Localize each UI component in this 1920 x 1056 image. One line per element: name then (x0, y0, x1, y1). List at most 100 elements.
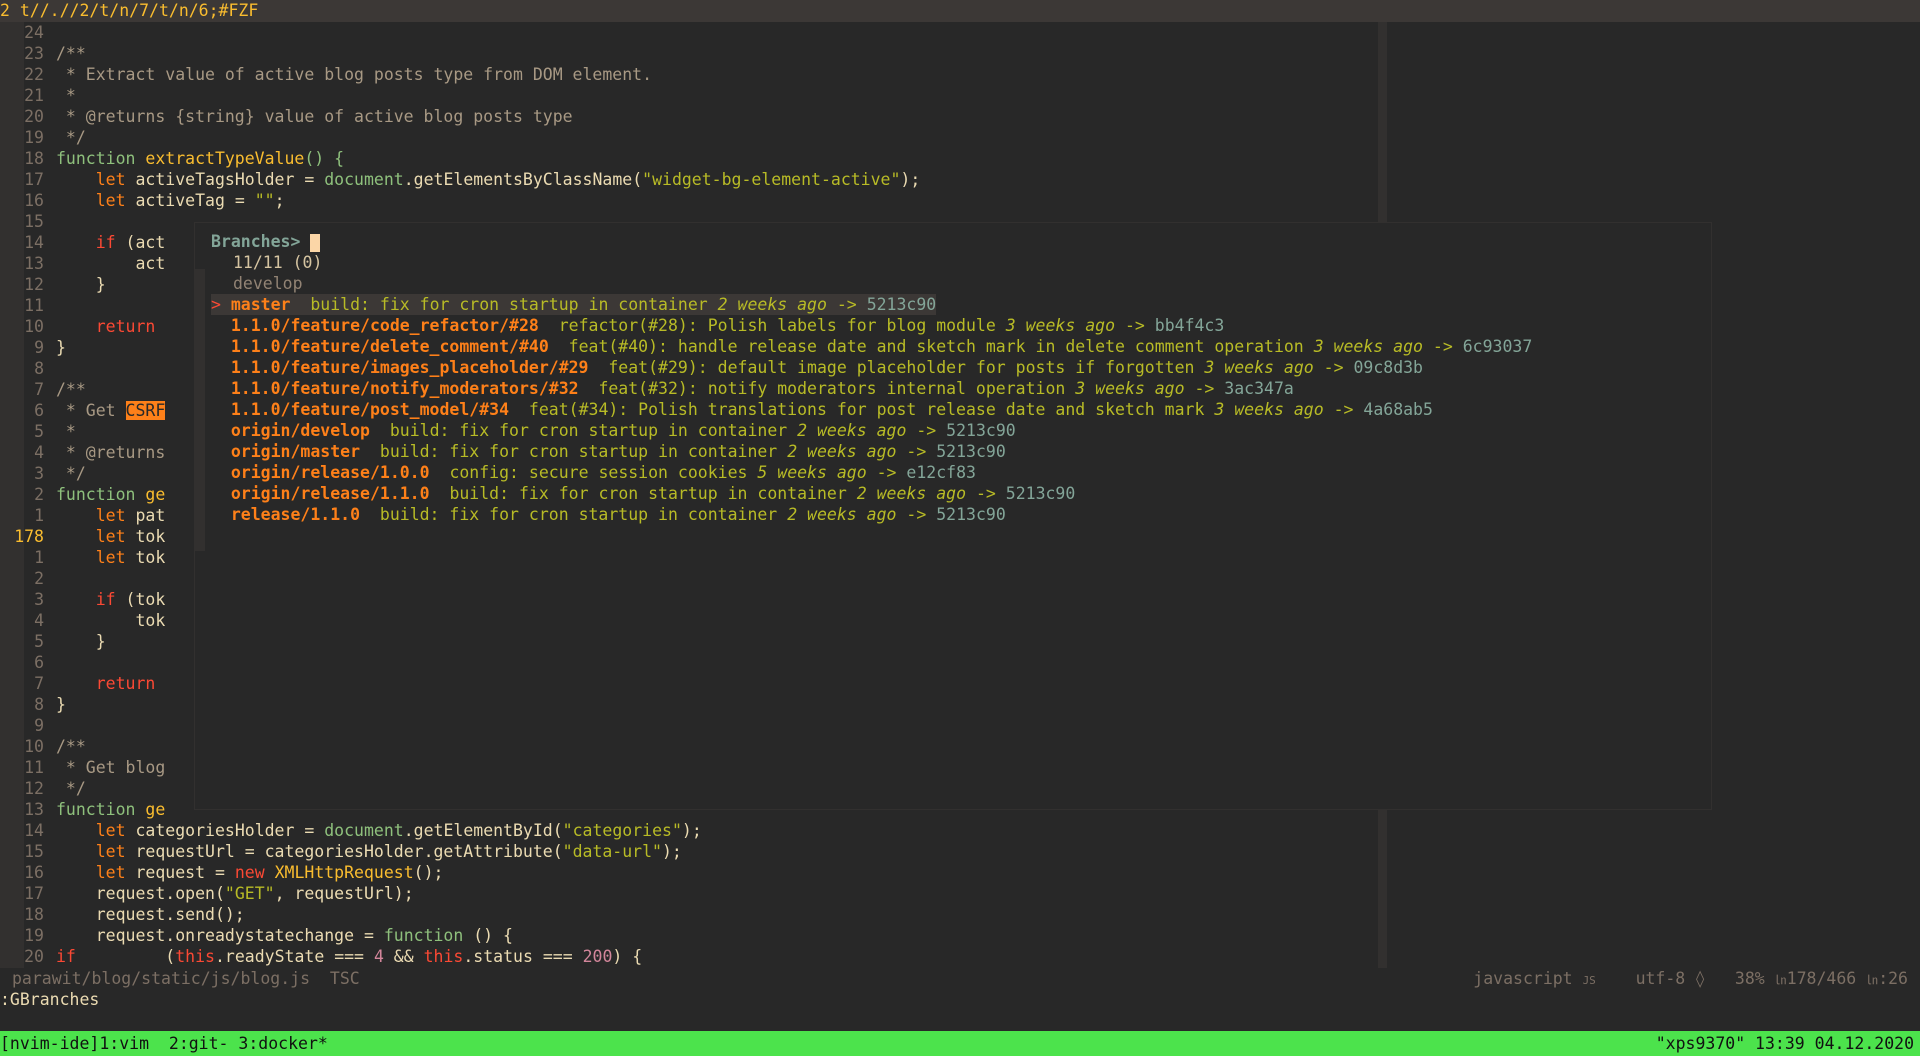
code-line[interactable]: 3 */ (0, 463, 86, 484)
line-number: 17 (24, 884, 44, 903)
line-number: 13 (24, 254, 44, 273)
tmux-session: [nvim-ide] (0, 1034, 100, 1053)
code-token: categoriesHolder = (135, 821, 325, 840)
code-line[interactable]: 12 */ (0, 778, 86, 799)
fzf-branch-item[interactable]: origin/release/1.0.0 config: secure sess… (211, 462, 976, 483)
fzf-branch-item[interactable]: origin/develop build: fix for cron start… (211, 420, 1016, 441)
code-line[interactable]: 17 request.open("GET", requestUrl); (0, 883, 414, 904)
fzf-branch-item[interactable]: 1.1.0/feature/delete_comment/#40 feat(#4… (211, 336, 1532, 357)
code-line[interactable]: 8 (0, 358, 56, 379)
line-number: 12 (24, 275, 44, 294)
code-line[interactable]: 21 * (0, 85, 76, 106)
code-line[interactable]: 178 let tok (0, 526, 165, 547)
code-line[interactable]: 14 let categoriesHolder = document.getEl… (0, 820, 702, 841)
code-line[interactable]: 11 (0, 295, 56, 316)
code-line[interactable]: 17 let activeTagsHolder = document.getEl… (0, 169, 920, 190)
tab-title[interactable]: t//.//2/t/n/7/t/n/6;#FZF (20, 1, 258, 20)
branch-name: 1.1.0/feature/post_model/#34 (230, 400, 510, 419)
code-line[interactable]: 13 act (0, 253, 165, 274)
fzf-branch-item[interactable]: 1.1.0/feature/notify_moderators/#32 feat… (211, 378, 1294, 399)
code-line[interactable]: 19 request.onreadystatechange = function… (0, 925, 513, 946)
line-number: 21 (24, 86, 44, 105)
code-line[interactable]: 12 } (0, 274, 106, 295)
code-token: ) { (612, 947, 643, 966)
commit-hash: bb4f4c3 (1154, 316, 1225, 335)
fzf-branch-item[interactable]: 1.1.0/feature/post_model/#34 feat(#34): … (211, 399, 1433, 420)
code-line[interactable]: 14 if (act (0, 232, 165, 253)
fzf-branch-item[interactable]: 1.1.0/feature/code_refactor/#28 refactor… (211, 315, 1224, 336)
code-line[interactable]: 24 (0, 22, 56, 43)
code-line[interactable]: 6 (0, 652, 56, 673)
code-line[interactable]: 2 function ge (0, 484, 165, 505)
command-line[interactable]: :GBranches (0, 989, 1920, 1010)
code-line[interactable]: 1 let tok (0, 547, 165, 568)
code-line[interactable]: 6 * Get CSRF (0, 400, 166, 421)
selection-pointer (211, 400, 231, 419)
fzf-branch-item[interactable]: release/1.1.0 build: fix for cron startu… (211, 504, 1006, 525)
code-line[interactable]: 23 /** (0, 43, 86, 64)
arrow: -> (1313, 358, 1354, 377)
commit-hash: 5213c90 (1005, 484, 1076, 503)
fzf-prompt-line[interactable]: Branches> (211, 231, 321, 252)
fzf-branch-item[interactable]: origin/master build: fix for cron startu… (211, 441, 1006, 462)
branch-name: 1.1.0/feature/delete_comment/#40 (230, 337, 549, 356)
status-filetype: javascript (1473, 969, 1573, 988)
code-token: (tok (125, 590, 166, 609)
code-token: () { (463, 926, 513, 945)
fzf-input-cursor[interactable] (310, 233, 321, 252)
commit-message: build: fix for cron startup in container (389, 421, 788, 440)
code-line[interactable]: 18 function extractTypeValue() { (0, 148, 344, 169)
arrow: -> (1184, 379, 1225, 398)
line-number: 22 (24, 65, 44, 84)
line-number: 6 (34, 401, 44, 420)
code-line[interactable]: 7 return (0, 673, 155, 694)
code-token: * (56, 422, 76, 441)
code-token: * Extract value of active blog posts typ… (56, 65, 653, 84)
fzf-branch-item[interactable]: origin/release/1.1.0 build: fix for cron… (211, 483, 1075, 504)
code-line[interactable]: 15 (0, 211, 56, 232)
linux-icon: ◊ (1695, 969, 1706, 988)
fzf-branches-popup[interactable]: Branches> 11/11 (0) develop > master bui… (194, 222, 1712, 810)
code-line[interactable]: 11 * Get blog (0, 757, 165, 778)
code-line[interactable]: 4 * @returns (0, 442, 165, 463)
fzf-branch-item[interactable]: > master build: fix for cron startup in … (211, 294, 937, 315)
fzf-branch-item[interactable]: 1.1.0/feature/images_placeholder/#29 fea… (211, 357, 1423, 378)
code-token: function (383, 926, 464, 945)
line-number: 5 (34, 422, 44, 441)
code-line[interactable]: 16 let request = new XMLHttpRequest(); (0, 862, 443, 883)
line-number: 17 (24, 170, 44, 189)
code-line[interactable]: 1 let pat (0, 505, 165, 526)
code-line[interactable]: 9 (0, 715, 56, 736)
code-line[interactable]: 8} (0, 694, 66, 715)
fzf-header: develop (233, 274, 303, 293)
code-line[interactable]: 5 } (0, 631, 106, 652)
line-number: 15 (24, 842, 44, 861)
branch-name: master (230, 295, 291, 314)
code-line[interactable]: 5 * (0, 421, 76, 442)
code-token: let (56, 842, 136, 861)
commit-hash: 5213c90 (866, 295, 937, 314)
code-line[interactable]: 9} (0, 337, 66, 358)
code-line[interactable]: 16 let activeTag = ""; (0, 190, 284, 211)
code-line[interactable]: 2 (0, 568, 56, 589)
commit-age: 3 weeks ago (1214, 400, 1324, 419)
code-line[interactable]: 10 return (0, 316, 155, 337)
code-line[interactable]: 10 /** (0, 736, 86, 757)
code-token: (); (413, 863, 444, 882)
code-token: } (56, 338, 66, 357)
code-line[interactable]: 20 if (this.readyState === 4 && this.stat… (0, 946, 642, 967)
code-line[interactable]: 13 function ge (0, 799, 165, 820)
code-line[interactable]: 15 let requestUrl = categoriesHolder.get… (0, 841, 682, 862)
code-line[interactable]: 3 if (tok (0, 589, 165, 610)
code-line[interactable]: 22 * Extract value of active blog posts … (0, 64, 652, 85)
code-line[interactable]: 19 */ (0, 127, 86, 148)
tmux-windows[interactable]: 1:vim 2:git- 3:docker* (99, 1034, 327, 1053)
code-line[interactable]: 4 tok (0, 610, 165, 631)
tmux-statusbar: [nvim-ide]1:vim 2:git- 3:docker* "xps9370… (0, 1031, 1920, 1056)
code-line[interactable]: 7 /** (0, 379, 86, 400)
code-line[interactable]: 18 request.send(); (0, 904, 245, 925)
code-line[interactable]: 20 * @returns {string} value of active b… (0, 106, 572, 127)
